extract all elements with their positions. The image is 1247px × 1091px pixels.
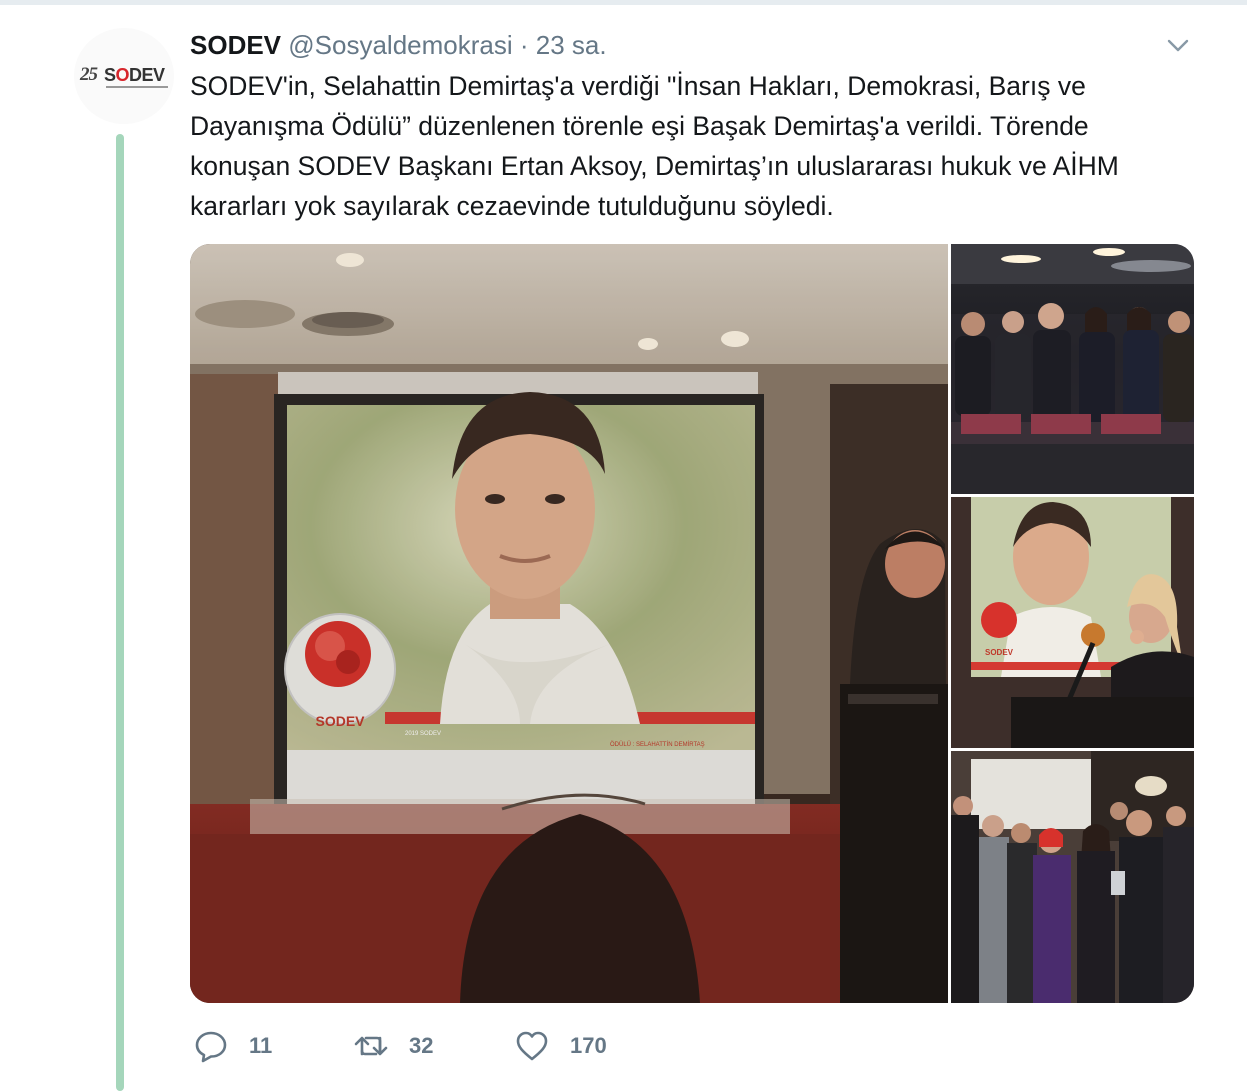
display-name[interactable]: SODEV [190,30,281,60]
award-group-illustration [951,751,1194,1003]
retweet-button[interactable]: 32 [353,1028,433,1064]
like-button[interactable]: 170 [514,1028,607,1064]
like-count: 170 [570,1033,607,1058]
avatar-tagline [106,86,168,88]
like-icon [516,1031,548,1061]
tweet-header: SODEV @Sosyaldemokrasi · 23 sa. [190,30,607,60]
top-divider [0,0,1247,5]
retweet-count: 32 [409,1033,434,1058]
user-handle[interactable]: @Sosyaldemokrasi [288,30,512,60]
photo-audience[interactable] [951,244,1194,494]
chevron-down-icon[interactable] [1166,36,1190,56]
avatar-number: 25 [80,64,98,85]
photo-ceremony-screen[interactable]: SODEV 2019 SODEV ÖDÜLÜ : SELAHATTİN DEMİ… [190,244,948,1003]
audience-illustration [951,244,1194,494]
reply-count: 11 [249,1033,273,1058]
media-grid[interactable]: SODEV 2019 SODEV ÖDÜLÜ : SELAHATTİN DEMİ… [190,244,1194,1003]
reply-button[interactable]: 11 [193,1028,272,1064]
side-logo-text: SODEV [985,648,1014,657]
thread-line [116,134,124,1091]
photo-speaker[interactable]: SODEV [951,497,1194,748]
tweet-timestamp[interactable]: 23 sa. [536,30,607,60]
reply-icon [195,1031,227,1063]
speaker-illustration: SODEV [951,497,1194,748]
tweet-text: SODEV'in, Selahattin Demirtaş'a verdiği … [190,71,1119,221]
photo-award-group[interactable] [951,751,1194,1003]
header-separator: · [519,30,529,60]
retweet-icon [354,1036,388,1056]
ceremony-screen-illustration: SODEV 2019 SODEV ÖDÜLÜ : SELAHATTİN DEMİ… [190,244,948,1003]
avatar[interactable]: 25 SODEV [74,28,174,124]
avatar-brand: SODEV [104,65,165,85]
